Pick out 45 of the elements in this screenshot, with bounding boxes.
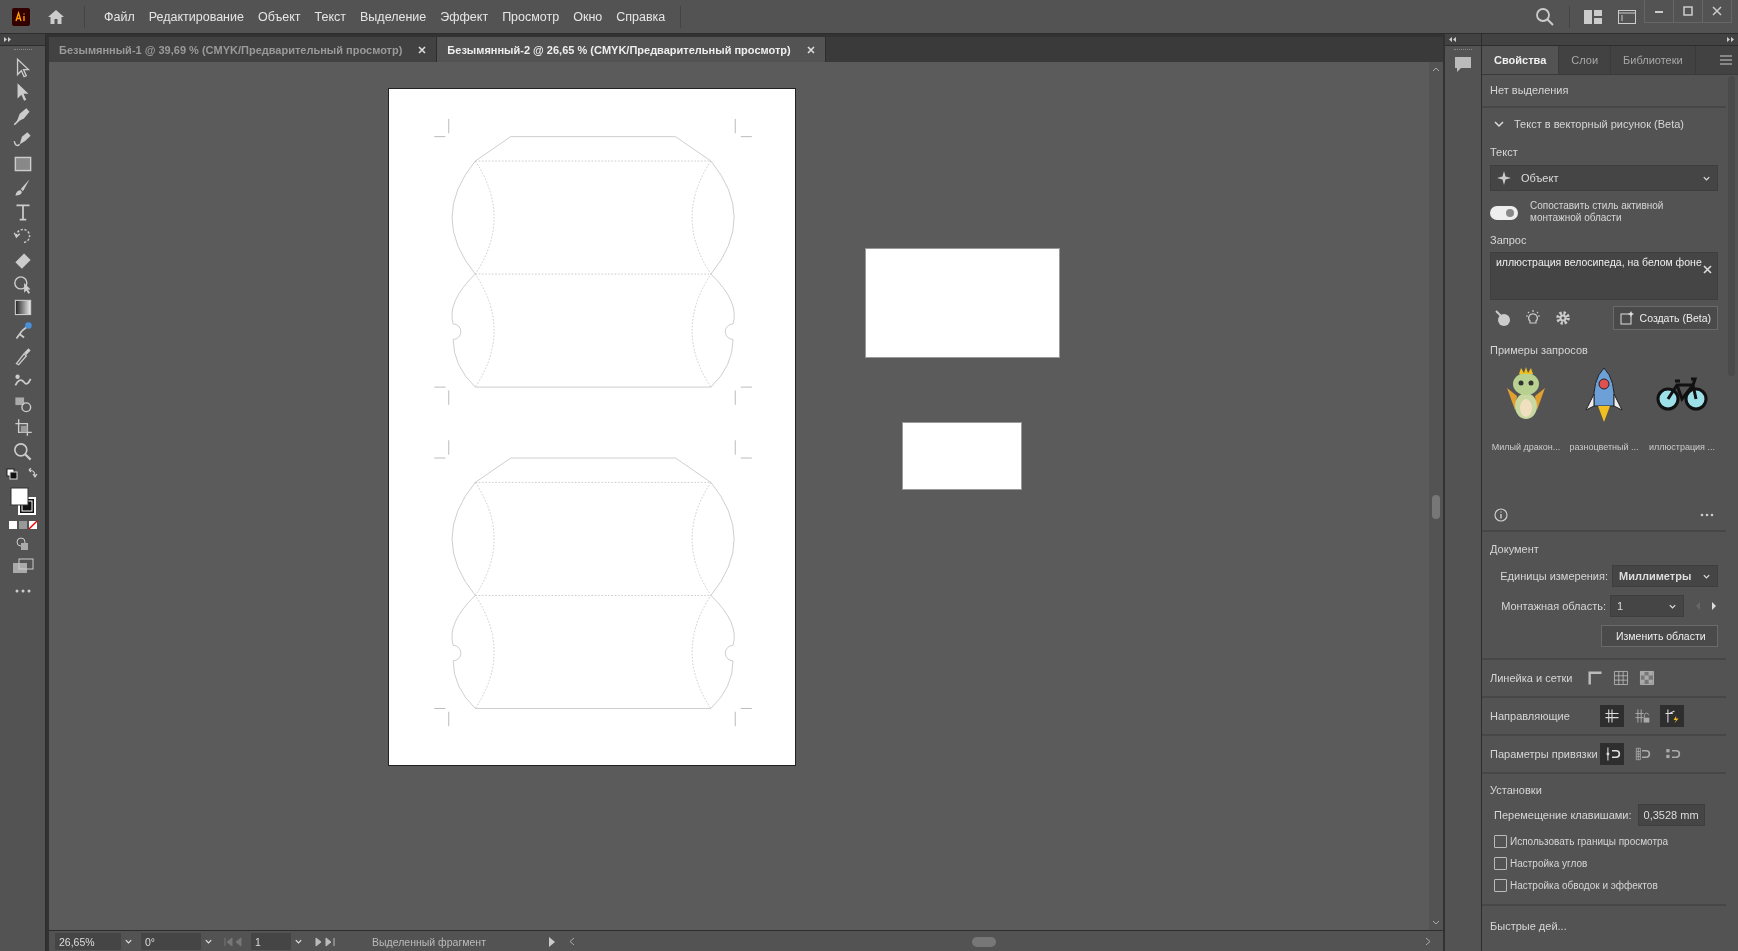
menu-item[interactable]: Окно xyxy=(566,9,610,24)
artboard-field[interactable]: 1 xyxy=(251,933,291,950)
menu-item[interactable]: Файл xyxy=(97,9,142,24)
type-dropdown[interactable]: Объект xyxy=(1490,165,1718,191)
panel-tab[interactable]: Свойства xyxy=(1482,46,1560,74)
section-label: Примеры запросов xyxy=(1490,344,1588,356)
menu-item[interactable]: Эффект xyxy=(433,9,496,24)
section-title: Линейка и сетки xyxy=(1490,672,1574,684)
document-tab[interactable]: Безымянный-2 @ 26,65 % (CMYK/Предварительный просмотр) xyxy=(437,37,826,62)
section-title: Установки xyxy=(1490,784,1542,796)
section-title: Быстрые дей... xyxy=(1490,920,1567,932)
menu-item[interactable]: Просмотр xyxy=(495,9,567,24)
section-title: Документ xyxy=(1490,543,1539,555)
sample-caption: иллюстрация ... xyxy=(1649,442,1715,452)
checkbox-label: Использовать границы просмотра xyxy=(1510,836,1669,847)
menu-item[interactable]: Текст xyxy=(307,9,354,24)
field-label: Текст xyxy=(1490,146,1518,158)
nudge-field[interactable]: 0,3528 mm xyxy=(1637,804,1705,826)
edit-artboards-button[interactable]: Изменить области xyxy=(1601,625,1718,647)
panel-tab[interactable]: Слои xyxy=(1559,46,1612,74)
selection-status: Нет выделения xyxy=(1490,84,1569,96)
toggle-label: Сопоставить стиль активной монтажной области xyxy=(1530,200,1665,224)
sample-caption: разноцветный ... xyxy=(1569,442,1639,452)
panel-tab[interactable]: Библиотеки xyxy=(1611,46,1696,74)
sample-caption: Милый дракон... xyxy=(1491,442,1561,452)
section-title: Текст в векторный рисунок (Beta) xyxy=(1514,118,1685,130)
menu-item[interactable]: Объект xyxy=(250,9,308,24)
prompt-field[interactable]: иллюстрация велосипеда, на белом фоне xyxy=(1490,252,1718,300)
current-tool-label: Выделенный фрагмент xyxy=(371,935,487,948)
zoom-field[interactable]: 26,65% xyxy=(55,933,121,950)
document-tab[interactable]: Безымянный-1 @ 39,69 % (CMYK/Предварительный просмотр) xyxy=(49,37,438,62)
field-label: Монтажная область: xyxy=(1501,600,1606,612)
field-label: Единицы измерения: xyxy=(1500,570,1608,582)
menu-item[interactable]: Справка xyxy=(609,9,673,24)
section-title: Направляющие xyxy=(1490,710,1571,722)
field-label: Запрос xyxy=(1490,234,1527,246)
units-dropdown[interactable]: Миллиметры xyxy=(1612,565,1718,587)
menu-item[interactable]: Редактирование xyxy=(141,9,251,24)
field-label: Перемещение клавишами: xyxy=(1494,809,1632,821)
rotation-field[interactable]: 0° xyxy=(141,933,201,950)
artboard-number-field[interactable]: 1 xyxy=(1610,595,1684,617)
checkbox-label: Настройка обводок и эффектов xyxy=(1510,880,1658,891)
checkbox-label: Настройка углов xyxy=(1510,858,1588,869)
generate-button[interactable]: Создать (Beta) xyxy=(1612,306,1718,330)
menu-item[interactable]: Выделение xyxy=(353,9,434,24)
